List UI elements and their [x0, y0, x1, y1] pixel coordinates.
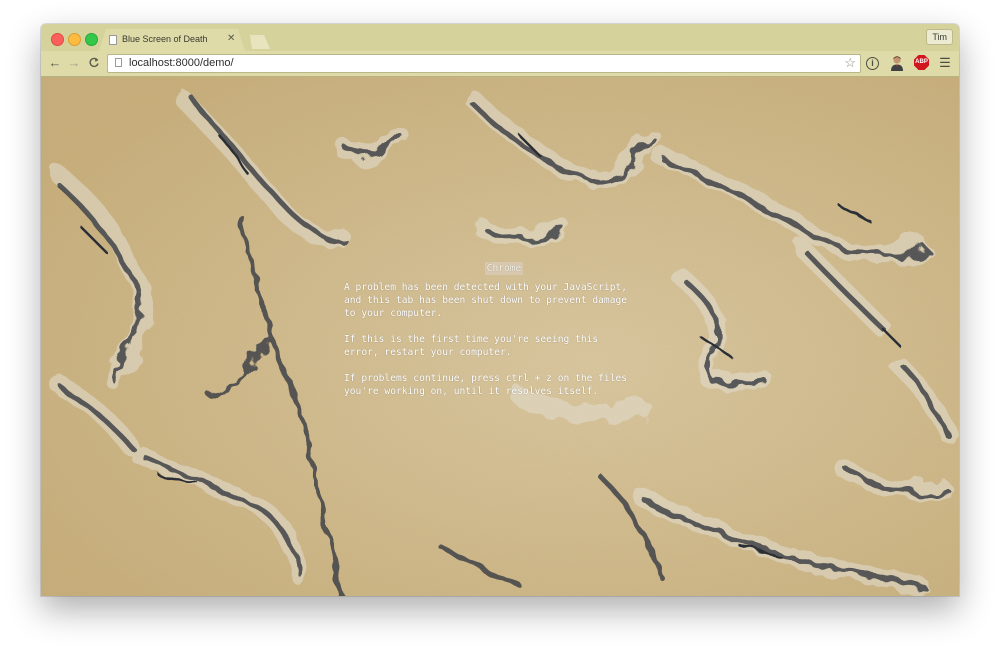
- error-title: Chrome: [484, 262, 524, 275]
- window-minimize-button[interactable]: [68, 33, 81, 46]
- profile-button[interactable]: Tim: [926, 29, 953, 45]
- url-text[interactable]: localhost:8000/demo/: [129, 57, 234, 69]
- adblock-plus-icon[interactable]: ABP: [914, 55, 929, 70]
- back-arrow-icon[interactable]: ←: [47, 55, 63, 71]
- close-icon[interactable]: ✕: [227, 33, 235, 44]
- window-maximize-button[interactable]: [85, 33, 98, 46]
- error-message: Chrome A problem has been detected with …: [344, 262, 664, 411]
- tab-title: Blue Screen of Death: [122, 34, 208, 44]
- browser-window: Blue Screen of Death ✕ Tim ← → localhost…: [41, 24, 959, 596]
- reload-icon[interactable]: [86, 55, 102, 71]
- info-icon[interactable]: i: [866, 57, 879, 70]
- error-paragraph-2: If this is the first time you're seeing …: [344, 334, 599, 358]
- window-close-button[interactable]: [51, 33, 64, 46]
- address-bar[interactable]: localhost:8000/demo/ ☆: [107, 54, 861, 73]
- page-icon: [109, 35, 117, 45]
- person-icon[interactable]: [889, 55, 905, 71]
- page-content: Chrome A problem has been detected with …: [41, 77, 959, 596]
- hamburger-menu-icon[interactable]: ☰: [937, 55, 953, 71]
- toolbar: ← → localhost:8000/demo/ ☆ i ABP ☰: [41, 51, 959, 77]
- star-icon[interactable]: ☆: [844, 55, 856, 71]
- new-tab-button[interactable]: [250, 35, 270, 49]
- error-paragraph-3: If problems continue, press ctrl + z on …: [344, 373, 628, 397]
- error-paragraph-1: A problem has been detected with your Ja…: [344, 282, 628, 319]
- page-icon: [115, 58, 122, 67]
- tab-blue-screen-of-death[interactable]: Blue Screen of Death ✕: [99, 29, 245, 51]
- forward-arrow-icon[interactable]: →: [66, 55, 82, 71]
- tab-strip: Blue Screen of Death ✕ Tim: [41, 24, 959, 51]
